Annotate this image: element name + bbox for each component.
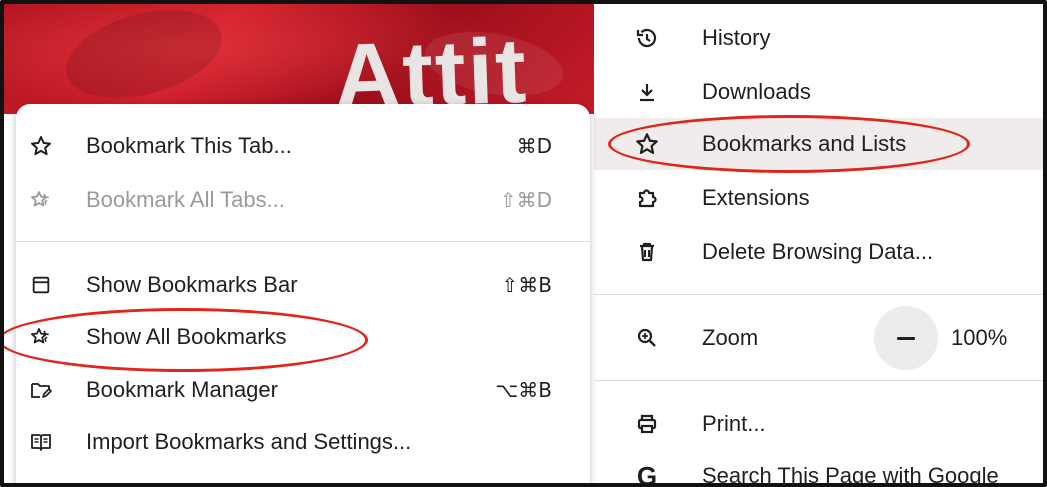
menu-item-label: Bookmarks and Lists: [702, 131, 907, 156]
menu-item-label: Print...: [702, 411, 766, 436]
trash-icon: [632, 237, 662, 267]
menu-separator: [594, 380, 1043, 381]
submenu-item-label: Bookmark All Tabs...: [86, 187, 285, 212]
window-icon: [26, 270, 56, 300]
submenu-separator: [16, 241, 590, 242]
shortcut-label: ⇧⌘D: [499, 188, 552, 212]
submenu-item-bookmark-all-tabs: Bookmark All Tabs... ⇧⌘D: [16, 174, 590, 226]
menu-item-print[interactable]: Print...: [594, 398, 1043, 450]
google-icon: G: [636, 460, 658, 487]
folder-edit-icon: [26, 375, 56, 405]
stars-icon: [26, 185, 56, 215]
bookmarks-submenu: Bookmark This Tab... ⌘D Bookmark All Tab…: [16, 104, 590, 485]
submenu-item-bookmark-manager[interactable]: Bookmark Manager ⌥⌘B: [16, 364, 590, 416]
menu-item-label: Extensions: [702, 185, 810, 210]
menu-item-label: Zoom: [702, 325, 759, 350]
submenu-item-import-bookmarks[interactable]: Import Bookmarks and Settings...: [16, 416, 590, 468]
shortcut-label: ⌘D: [516, 134, 552, 158]
shortcut-label: ⇧⌘B: [501, 273, 552, 297]
main-menu: History Downloads Bookmarks and Lists Ex…: [594, 4, 1043, 487]
puzzle-icon: [632, 183, 662, 213]
stars-icon: [26, 322, 56, 352]
submenu-item-label: Show Bookmarks Bar: [86, 272, 298, 297]
zoom-level: 100%: [951, 325, 1008, 350]
submenu-item-label: Import Bookmarks and Settings...: [86, 429, 412, 454]
minus-icon: [897, 336, 915, 340]
menu-item-downloads[interactable]: Downloads: [594, 66, 1043, 118]
screenshot-frame: Attit History Downloads Bookmarks and Li…: [0, 0, 1047, 487]
submenu-item-label: Show All Bookmarks: [86, 324, 287, 349]
star-icon: [26, 131, 56, 161]
submenu-item-label: Bookmark Manager: [86, 377, 278, 402]
menu-item-delete-browsing-data[interactable]: Delete Browsing Data...: [594, 226, 1043, 278]
menu-item-label: Search This Page with Google: [702, 463, 999, 487]
history-icon: [632, 23, 662, 53]
background-photo: Attit: [4, 4, 596, 128]
shortcut-label: ⌥⌘B: [495, 378, 552, 402]
menu-separator: [594, 294, 1043, 295]
submenu-item-show-bookmarks-bar[interactable]: Show Bookmarks Bar ⇧⌘B: [16, 259, 590, 311]
menu-item-zoom: Zoom 100%: [594, 306, 1043, 370]
star-icon: [632, 129, 662, 159]
book-icon: [26, 427, 56, 457]
zoom-icon: [632, 323, 662, 353]
printer-icon: [632, 409, 662, 439]
submenu-separator: [16, 484, 590, 485]
menu-item-history[interactable]: History: [594, 12, 1043, 64]
zoom-out-button[interactable]: [874, 306, 938, 370]
menu-item-label: Delete Browsing Data...: [702, 239, 934, 264]
menu-item-extensions[interactable]: Extensions: [594, 172, 1043, 224]
menu-item-bookmarks-and-lists[interactable]: Bookmarks and Lists: [594, 118, 1043, 170]
submenu-item-bookmark-this-tab[interactable]: Bookmark This Tab... ⌘D: [16, 120, 590, 172]
menu-item-label: History: [702, 25, 771, 50]
submenu-item-label: Bookmark This Tab...: [86, 133, 292, 158]
menu-item-search-with-google[interactable]: G Search This Page with Google: [594, 450, 1043, 487]
menu-item-label: Downloads: [702, 79, 811, 104]
submenu-item-show-all-bookmarks[interactable]: Show All Bookmarks: [16, 311, 590, 363]
download-icon: [632, 77, 662, 107]
